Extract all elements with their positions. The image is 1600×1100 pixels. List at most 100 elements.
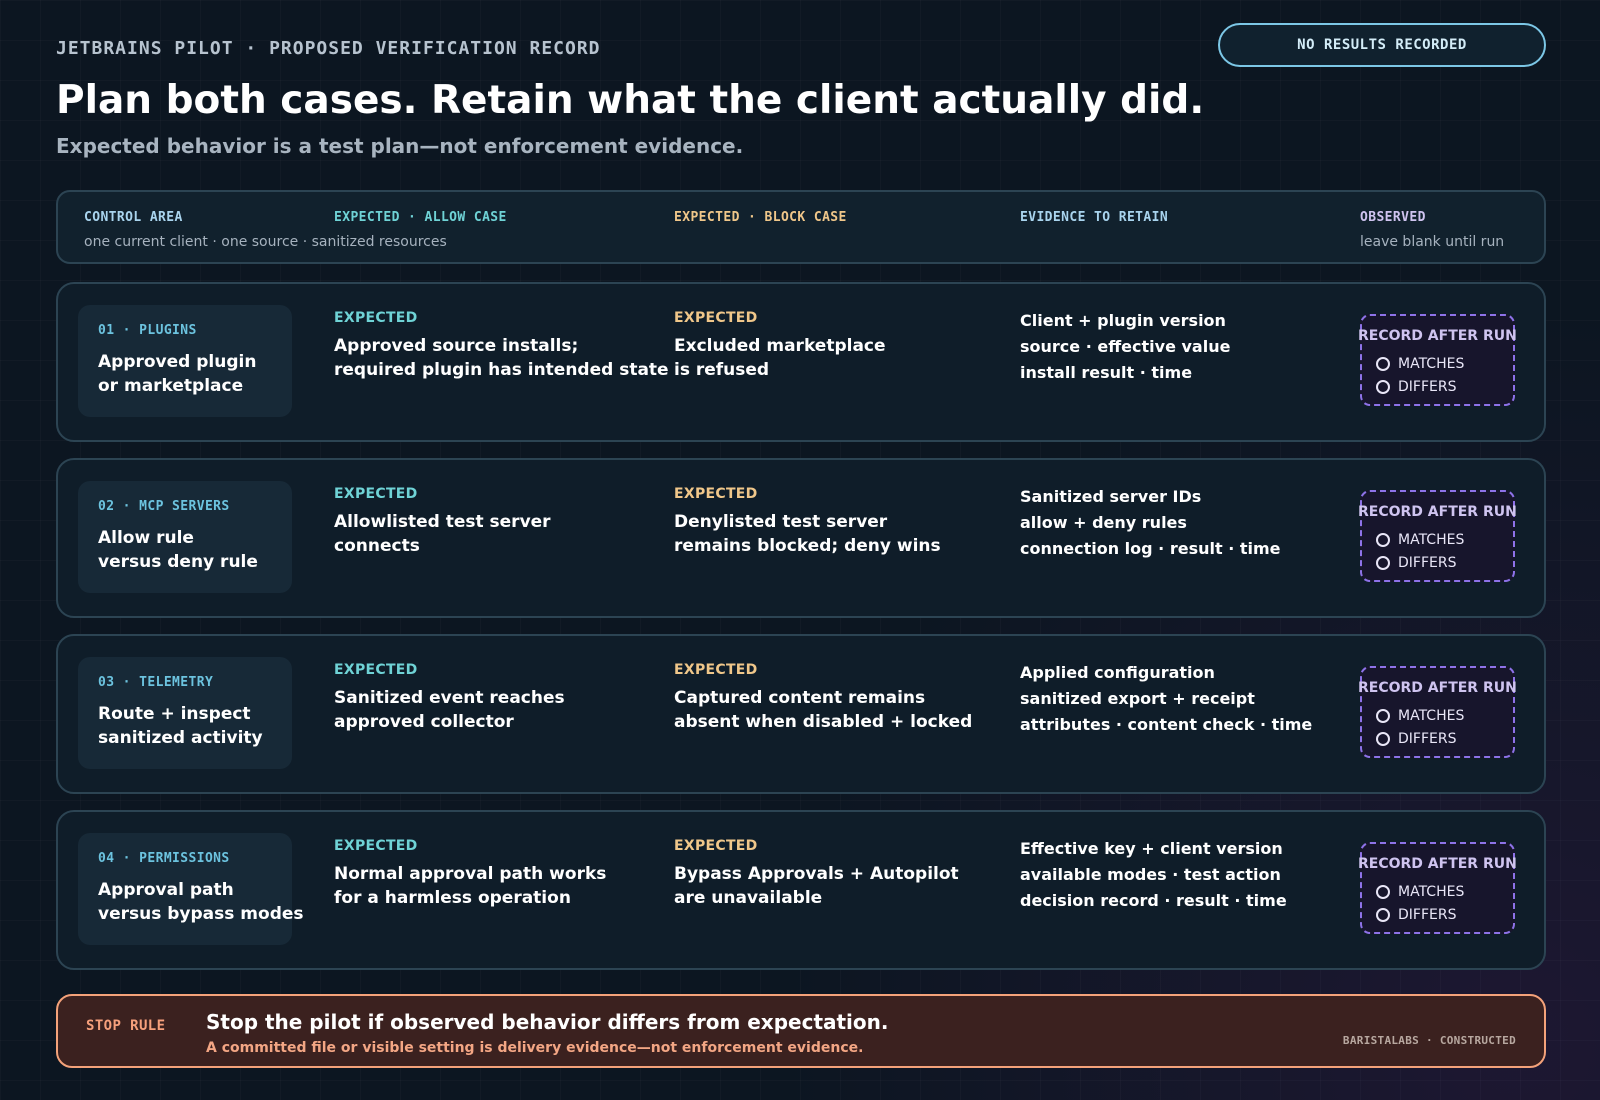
- page-subtitle: Expected behavior is a test plan—not enf…: [56, 134, 744, 158]
- control-area-title-line: or marketplace: [98, 376, 244, 396]
- allow-case-text: Normal approval path works for a harmles…: [334, 862, 606, 910]
- control-area-box: 03 · TELEMETRY Route + inspect sanitized…: [78, 657, 292, 769]
- table-row-2: 02 · MCP SERVERS Allow rule versus deny …: [56, 458, 1546, 618]
- control-area-title-line: sanitized activity: [98, 728, 263, 748]
- block-expected-label: EXPECTED: [674, 486, 758, 502]
- header-observed-sub: leave blank until run: [1360, 234, 1505, 250]
- evidence-line: attributes · content check · time: [1020, 715, 1313, 734]
- differs-option[interactable]: DIFFERS: [1376, 907, 1456, 923]
- block-case-line: absent when disabled + locked: [674, 712, 973, 732]
- control-area-title: Allow rule versus deny rule: [98, 526, 292, 574]
- record-after-run-label: RECORD AFTER RUN: [1358, 856, 1517, 872]
- radio-circle-icon[interactable]: [1376, 556, 1390, 570]
- differs-label: DIFFERS: [1398, 379, 1457, 395]
- block-case: EXPECTED Denylisted test server remains …: [674, 486, 941, 558]
- table-row-3: 03 · TELEMETRY Route + inspect sanitized…: [56, 634, 1546, 794]
- allow-case-line: required plugin has intended state: [334, 360, 669, 380]
- block-case: EXPECTED Excluded marketplace is refused: [674, 310, 886, 382]
- allow-expected-label: EXPECTED: [334, 662, 418, 678]
- evidence-line: Effective key + client version: [1020, 839, 1283, 858]
- radio-circle-icon[interactable]: [1376, 380, 1390, 394]
- block-case-text: Bypass Approvals + Autopilot are unavail…: [674, 862, 959, 910]
- eyebrow: JETBRAINS PILOT · PROPOSED VERIFICATION …: [56, 38, 601, 59]
- radio-circle-icon[interactable]: [1376, 357, 1390, 371]
- matches-label: MATCHES: [1398, 356, 1465, 372]
- allow-case: EXPECTED Normal approval path works for …: [334, 838, 606, 910]
- radio-circle-icon[interactable]: [1376, 908, 1390, 922]
- evidence-line: Applied configuration: [1020, 663, 1215, 682]
- control-area-box: 02 · MCP SERVERS Allow rule versus deny …: [78, 481, 292, 593]
- differs-label: DIFFERS: [1398, 555, 1457, 571]
- matches-option[interactable]: MATCHES: [1376, 708, 1464, 724]
- control-area-tag: 04 · PERMISSIONS: [98, 851, 230, 866]
- evidence-line: sanitized export + receipt: [1020, 689, 1255, 708]
- evidence-list: Sanitized server IDs allow + deny rules …: [1020, 484, 1281, 562]
- allow-case-line: connects: [334, 536, 420, 556]
- page-title: Plan both cases. Retain what the client …: [56, 78, 1205, 123]
- allow-expected-label: EXPECTED: [334, 486, 418, 502]
- table-row-1: 01 · PLUGINS Approved plugin or marketpl…: [56, 282, 1546, 442]
- control-area-title: Approval path versus bypass modes: [98, 878, 304, 926]
- stop-rule-panel: STOP RULE Stop the pilot if observed beh…: [56, 994, 1546, 1068]
- header-allow: EXPECTED · ALLOW CASE: [334, 210, 507, 225]
- observed-record-box: RECORD AFTER RUN MATCHES DIFFERS: [1358, 490, 1517, 582]
- differs-label: DIFFERS: [1398, 731, 1457, 747]
- allow-case: EXPECTED Approved source installs; requi…: [334, 310, 669, 382]
- control-area-title-line: versus bypass modes: [98, 904, 304, 924]
- control-area-box: 01 · PLUGINS Approved plugin or marketpl…: [78, 305, 292, 417]
- header-evidence: EVIDENCE TO RETAIN: [1020, 210, 1168, 225]
- matches-option[interactable]: MATCHES: [1376, 884, 1464, 900]
- block-expected-label: EXPECTED: [674, 310, 758, 326]
- control-area-box: 04 · PERMISSIONS Approval path versus by…: [78, 833, 304, 945]
- evidence-line: source · effective value: [1020, 337, 1231, 356]
- radio-circle-icon[interactable]: [1376, 533, 1390, 547]
- matches-option[interactable]: MATCHES: [1376, 532, 1464, 548]
- evidence-line: allow + deny rules: [1020, 513, 1187, 532]
- allow-expected-label: EXPECTED: [334, 310, 418, 326]
- control-area-title: Approved plugin or marketplace: [98, 350, 292, 398]
- stop-rule-subtitle: A committed file or visible setting is d…: [206, 1040, 864, 1056]
- allow-case-text: Sanitized event reaches approved collect…: [334, 686, 565, 734]
- header-observed: OBSERVED leave blank until run: [1360, 210, 1504, 250]
- record-after-run-label: RECORD AFTER RUN: [1358, 504, 1517, 520]
- differs-option[interactable]: DIFFERS: [1376, 379, 1456, 395]
- differs-option[interactable]: DIFFERS: [1376, 731, 1456, 747]
- block-expected-label: EXPECTED: [674, 662, 758, 678]
- header-block: EXPECTED · BLOCK CASE: [674, 210, 847, 225]
- evidence-line: available modes · test action: [1020, 865, 1281, 884]
- observed-record-box: RECORD AFTER RUN MATCHES DIFFERS: [1358, 666, 1517, 758]
- block-case-line: is refused: [674, 360, 770, 380]
- radio-circle-icon[interactable]: [1376, 709, 1390, 723]
- evidence-list: Effective key + client version available…: [1020, 836, 1287, 914]
- evidence-line: decision record · result · time: [1020, 891, 1287, 910]
- radio-circle-icon[interactable]: [1376, 885, 1390, 899]
- block-case-line: remains blocked; deny wins: [674, 536, 941, 556]
- block-expected-label: EXPECTED: [674, 838, 758, 854]
- evidence-line: Client + plugin version: [1020, 311, 1226, 330]
- differs-label: DIFFERS: [1398, 907, 1457, 923]
- header-evidence-label: EVIDENCE TO RETAIN: [1020, 210, 1169, 225]
- stop-rule-title: Stop the pilot if observed behavior diff…: [206, 1010, 889, 1034]
- control-area-title-line: Route + inspect: [98, 704, 251, 724]
- allow-case: EXPECTED Allowlisted test server connect…: [334, 486, 551, 558]
- status-badge: NO RESULTS RECORDED: [1218, 23, 1546, 67]
- allow-case-text: Allowlisted test server connects: [334, 510, 551, 558]
- block-case-line: are unavailable: [674, 888, 823, 908]
- allow-case-line: Sanitized event reaches: [334, 688, 565, 708]
- evidence-list: Client + plugin version source · effecti…: [1020, 308, 1230, 386]
- matches-option[interactable]: MATCHES: [1376, 356, 1464, 372]
- differs-option[interactable]: DIFFERS: [1376, 555, 1456, 571]
- observed-record-box: RECORD AFTER RUN MATCHES DIFFERS: [1358, 314, 1517, 406]
- control-area-title-line: Allow rule: [98, 528, 194, 548]
- evidence-line: install result · time: [1020, 363, 1193, 382]
- allow-case-line: Approved source installs;: [334, 336, 579, 356]
- column-header-panel: CONTROL AREA one current client · one so…: [56, 190, 1546, 264]
- allow-case-line: Normal approval path works: [334, 864, 607, 884]
- credit-label: BARISTALABS · CONSTRUCTED: [1342, 1034, 1516, 1047]
- allow-case-line: approved collector: [334, 712, 514, 732]
- evidence-line: Sanitized server IDs: [1020, 487, 1202, 506]
- matches-label: MATCHES: [1398, 708, 1465, 724]
- radio-circle-icon[interactable]: [1376, 732, 1390, 746]
- allow-case: EXPECTED Sanitized event reaches approve…: [334, 662, 565, 734]
- control-area-title-line: Approval path: [98, 880, 234, 900]
